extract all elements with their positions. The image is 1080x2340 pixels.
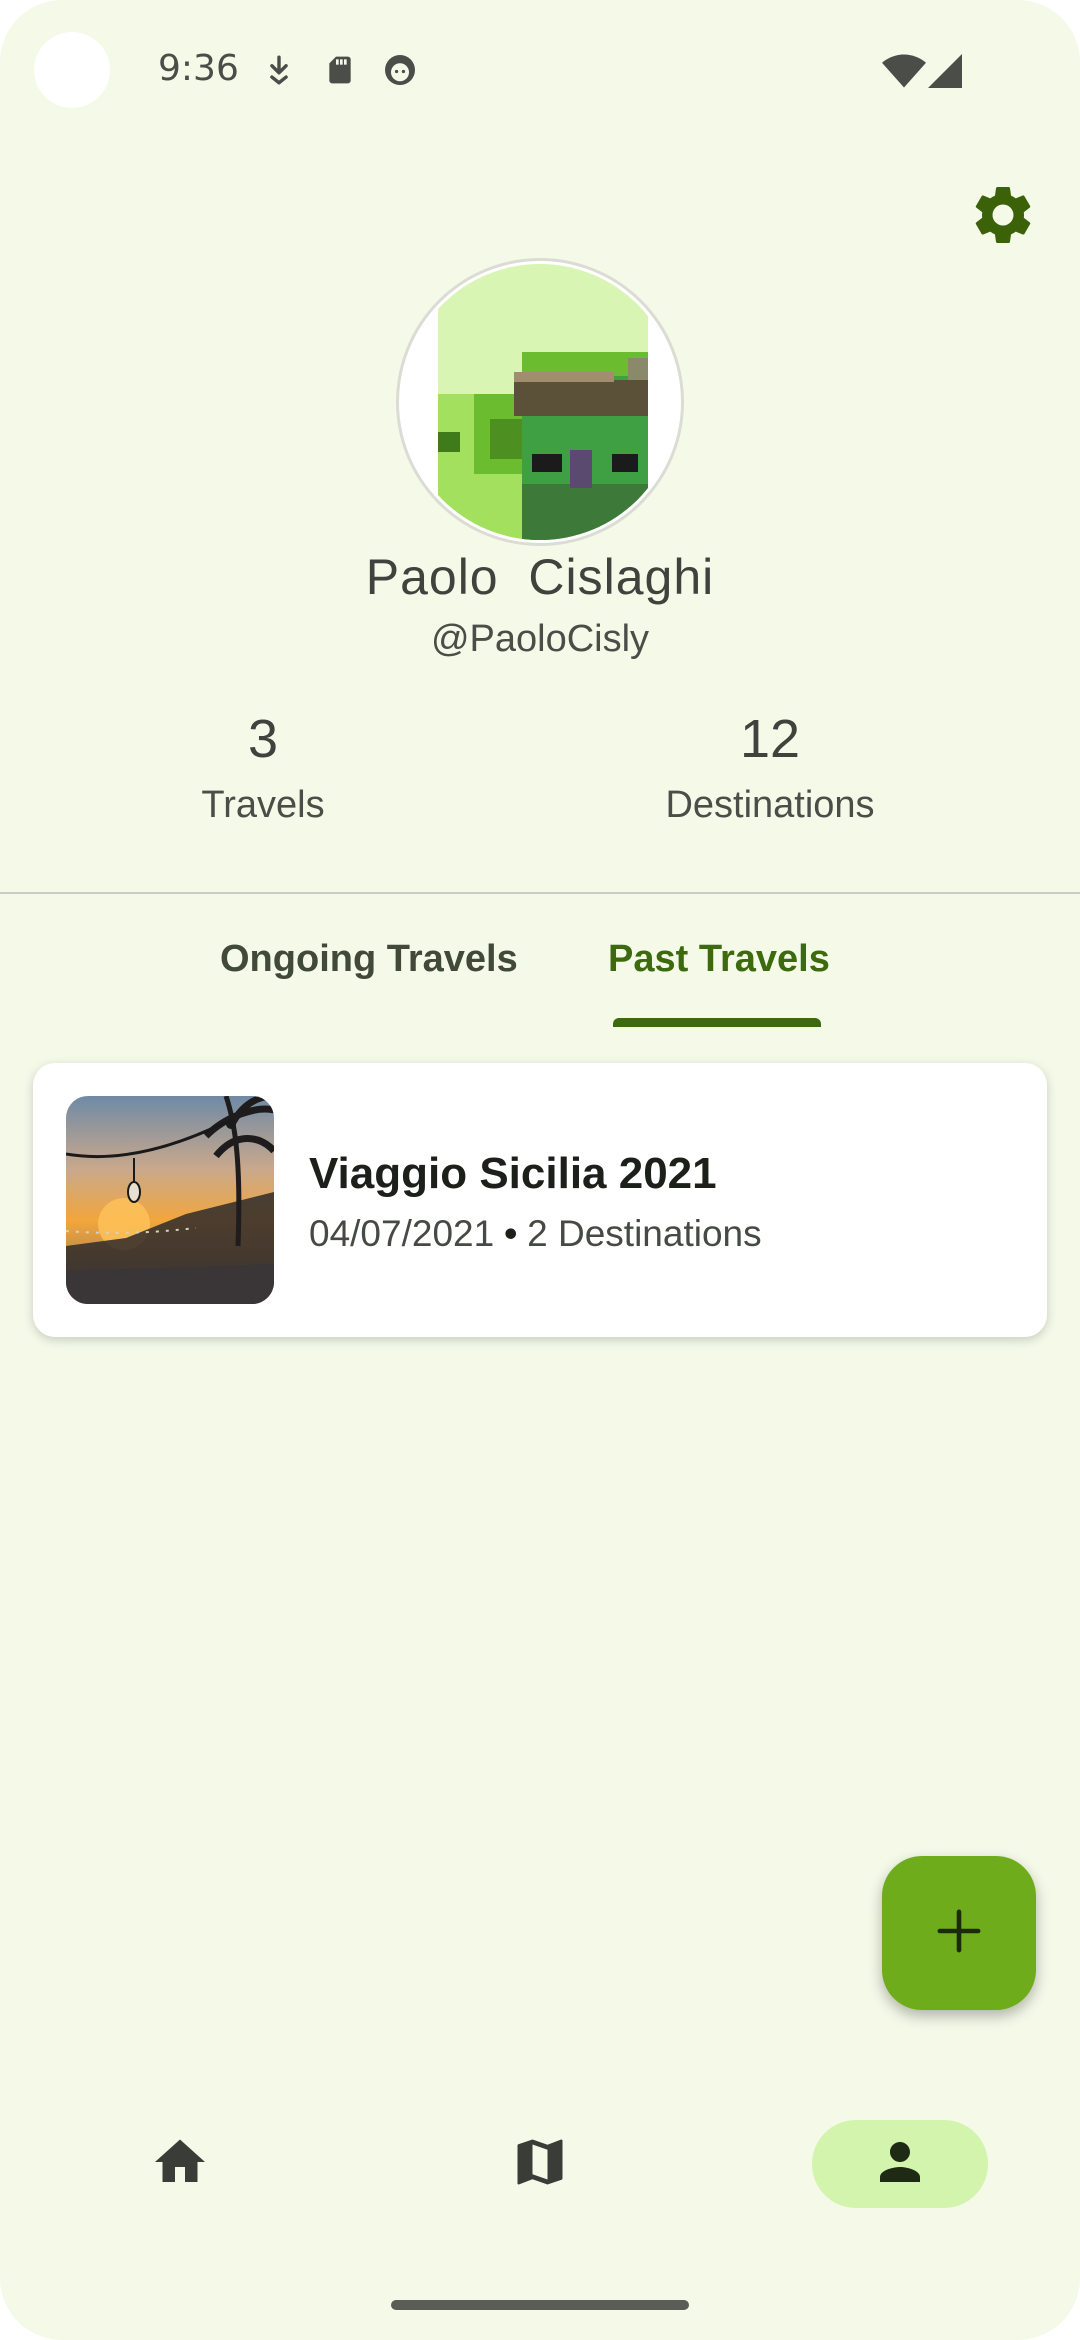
map-icon: [510, 2132, 570, 2197]
sd-card-icon: [324, 52, 356, 93]
status-time: 9:36: [158, 48, 239, 89]
travel-destinations: 2 Destinations: [527, 1213, 762, 1254]
download-icon: [262, 52, 296, 93]
travel-thumbnail: [66, 1096, 274, 1304]
avatar[interactable]: [396, 258, 684, 546]
camera-cutout: [34, 32, 110, 108]
destinations-count: 12: [739, 709, 801, 769]
travel-date: 04/07/2021: [309, 1213, 495, 1254]
divider: [0, 892, 1080, 894]
profile-handle: @PaoloCisly: [430, 618, 650, 660]
destinations-label: Destinations: [665, 784, 875, 826]
travel-title: Viaggio Sicilia 2021: [309, 1149, 717, 1198]
gear-icon: [968, 186, 1038, 254]
meta-separator: •: [504, 1213, 518, 1254]
active-tab-indicator: [613, 1018, 821, 1027]
face-icon: [382, 52, 418, 93]
home-indicator[interactable]: [391, 2300, 689, 2310]
nav-map[interactable]: [452, 2120, 628, 2208]
profile-name: Paolo Cislaghi: [365, 549, 715, 605]
profile-screen: 9:36 Paolo Cislaghi @PaoloCisly 3 Travel…: [0, 0, 1080, 2340]
tab-ongoing-travels[interactable]: Ongoing Travels: [220, 938, 518, 981]
add-travel-button[interactable]: [882, 1856, 1036, 2010]
home-icon: [150, 2132, 210, 2197]
travels-stat: 3 Travels: [83, 708, 443, 827]
travels-label: Travels: [201, 784, 325, 826]
status-bar: 9:36: [0, 0, 1080, 140]
settings-button[interactable]: [968, 180, 1038, 250]
cell-signal-icon: [928, 54, 962, 93]
travels-count: 3: [247, 709, 279, 769]
avatar-image: [402, 264, 678, 540]
wifi-icon: [882, 54, 926, 93]
nav-profile[interactable]: [812, 2120, 988, 2208]
destinations-stat: 12 Destinations: [590, 708, 950, 827]
travel-card[interactable]: Viaggio Sicilia 2021 04/07/2021 • 2 Destin…: [33, 1063, 1047, 1337]
nav-home[interactable]: [92, 2120, 268, 2208]
plus-icon: [936, 1908, 982, 1959]
tab-past-travels[interactable]: Past Travels: [608, 938, 830, 981]
travel-meta: 04/07/2021 • 2 Destinations: [309, 1213, 762, 1255]
person-icon: [870, 2132, 930, 2197]
